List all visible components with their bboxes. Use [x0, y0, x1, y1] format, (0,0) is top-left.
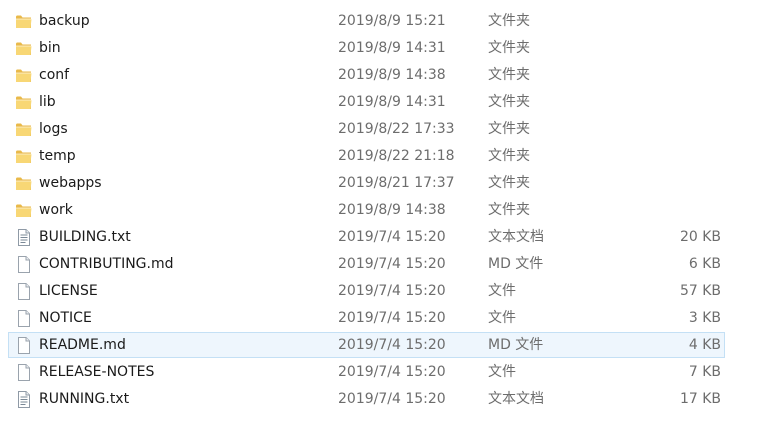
file-date: 2019/8/9 15:21 — [338, 13, 446, 29]
file-row-backup[interactable]: backup 2019/8/9 15:21 文件夹 — [0, 8, 769, 35]
file-row-webapps[interactable]: webapps 2019/8/21 17:37 文件夹 — [0, 170, 769, 197]
file-row-bin[interactable]: bin 2019/8/9 14:31 文件夹 — [0, 35, 769, 62]
file-date: 2019/7/4 15:20 — [338, 229, 446, 245]
file-size: 7 KB — [688, 364, 721, 380]
file-name: backup — [39, 13, 90, 29]
file-type: 文件夹 — [488, 148, 530, 164]
file-size: 4 KB — [688, 337, 721, 353]
file-type: 文件夹 — [488, 13, 530, 29]
file-list: backup 2019/8/9 15:21 文件夹 bin 2019/8/9 1… — [0, 8, 769, 413]
file-date: 2019/8/9 14:38 — [338, 67, 446, 83]
file-name: logs — [39, 121, 68, 137]
file-name: work — [39, 202, 73, 218]
file-icon — [15, 283, 33, 300]
file-icon — [15, 364, 33, 381]
file-row-temp[interactable]: temp 2019/8/22 21:18 文件夹 — [0, 143, 769, 170]
file-icon — [15, 337, 33, 354]
file-row-contributing-md[interactable]: CONTRIBUTING.md 2019/7/4 15:20 MD 文件 6 K… — [0, 251, 769, 278]
file-row-running-txt[interactable]: RUNNING.txt 2019/7/4 15:20 文本文档 17 KB — [0, 386, 769, 413]
file-row-building-txt[interactable]: BUILDING.txt 2019/7/4 15:20 文本文档 20 KB — [0, 224, 769, 251]
file-type: 文件夹 — [488, 67, 530, 83]
file-row-notice[interactable]: NOTICE 2019/7/4 15:20 文件 3 KB — [0, 305, 769, 332]
file-name: LICENSE — [39, 283, 98, 299]
file-name: webapps — [39, 175, 102, 191]
file-icon — [15, 310, 33, 327]
file-type: 文件 — [488, 364, 516, 380]
folder-icon — [15, 148, 33, 165]
file-type: 文本文档 — [488, 391, 544, 407]
file-size: 6 KB — [688, 256, 721, 272]
file-type: MD 文件 — [488, 256, 544, 272]
folder-icon — [15, 94, 33, 111]
file-name: lib — [39, 94, 56, 110]
file-date: 2019/8/22 21:18 — [338, 148, 455, 164]
folder-icon — [15, 202, 33, 219]
file-size: 17 KB — [679, 391, 721, 407]
folder-icon — [15, 67, 33, 84]
file-date: 2019/7/4 15:20 — [338, 391, 446, 407]
file-name: BUILDING.txt — [39, 229, 131, 245]
file-name: bin — [39, 40, 61, 56]
file-type: 文件夹 — [488, 202, 530, 218]
folder-icon — [15, 13, 33, 30]
file-name: temp — [39, 148, 76, 164]
file-date: 2019/8/9 14:31 — [338, 94, 446, 110]
file-size: 3 KB — [688, 310, 721, 326]
file-date: 2019/8/22 17:33 — [338, 121, 455, 137]
text-file-icon — [15, 229, 33, 246]
file-date: 2019/7/4 15:20 — [338, 256, 446, 272]
file-row-license[interactable]: LICENSE 2019/7/4 15:20 文件 57 KB — [0, 278, 769, 305]
file-type: 文件夹 — [488, 121, 530, 137]
file-type: 文件夹 — [488, 94, 530, 110]
file-row-logs[interactable]: logs 2019/8/22 17:33 文件夹 — [0, 116, 769, 143]
file-icon — [15, 256, 33, 273]
file-date: 2019/7/4 15:20 — [338, 310, 446, 326]
file-type: 文本文档 — [488, 229, 544, 245]
file-name: README.md — [39, 337, 126, 353]
file-size: 57 KB — [679, 283, 721, 299]
file-type: 文件夹 — [488, 40, 530, 56]
text-file-icon — [15, 391, 33, 408]
file-name: CONTRIBUTING.md — [39, 256, 174, 272]
file-row-lib[interactable]: lib 2019/8/9 14:31 文件夹 — [0, 89, 769, 116]
file-date: 2019/7/4 15:20 — [338, 364, 446, 380]
folder-icon — [15, 121, 33, 138]
file-type: 文件 — [488, 310, 516, 326]
file-name: conf — [39, 67, 70, 83]
file-name: RUNNING.txt — [39, 391, 130, 407]
folder-icon — [15, 175, 33, 192]
file-date: 2019/8/21 17:37 — [338, 175, 455, 191]
file-row-work[interactable]: work 2019/8/9 14:38 文件夹 — [0, 197, 769, 224]
file-date: 2019/7/4 15:20 — [338, 337, 446, 353]
file-date: 2019/7/4 15:20 — [338, 283, 446, 299]
folder-icon — [15, 40, 33, 57]
file-date: 2019/8/9 14:38 — [338, 202, 446, 218]
file-type: MD 文件 — [488, 337, 544, 353]
file-date: 2019/8/9 14:31 — [338, 40, 446, 56]
file-type: 文件夹 — [488, 175, 530, 191]
file-type: 文件 — [488, 283, 516, 299]
file-row-readme-md[interactable]: README.md 2019/7/4 15:20 MD 文件 4 KB — [0, 332, 769, 359]
file-row-release-notes[interactable]: RELEASE-NOTES 2019/7/4 15:20 文件 7 KB — [0, 359, 769, 386]
file-size: 20 KB — [679, 229, 721, 245]
file-name: RELEASE-NOTES — [39, 364, 155, 380]
file-row-conf[interactable]: conf 2019/8/9 14:38 文件夹 — [0, 62, 769, 89]
file-name: NOTICE — [39, 310, 92, 326]
